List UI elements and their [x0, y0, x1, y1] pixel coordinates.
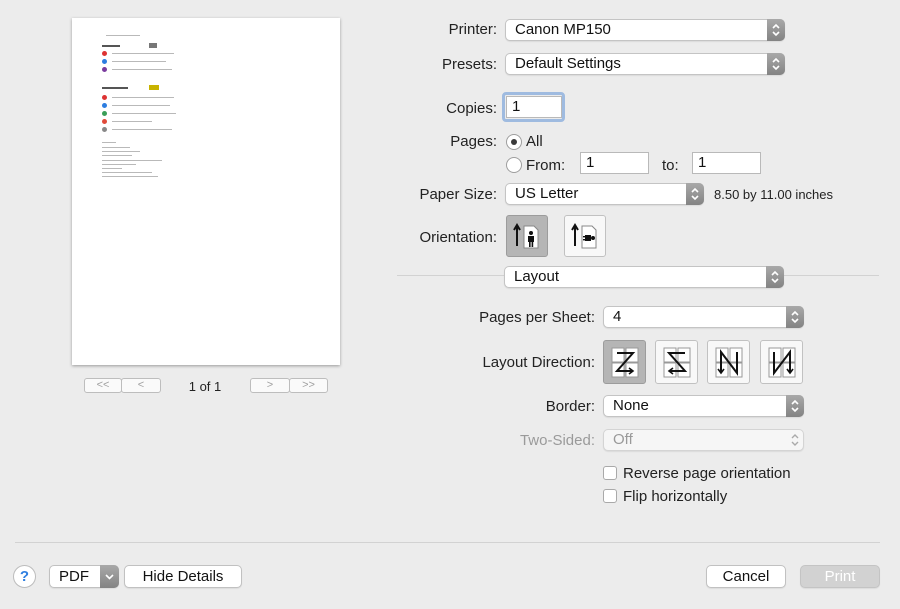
direction-reverse-n-icon: [768, 347, 795, 378]
layout-direction-reverse-z-button[interactable]: [655, 340, 698, 384]
layout-direction-n-button[interactable]: [707, 340, 750, 384]
cancel-button[interactable]: Cancel: [706, 565, 786, 588]
popup-arrows-icon: [786, 429, 804, 451]
paper-size-label: Paper Size:: [419, 186, 497, 203]
reverse-orientation-checkbox[interactable]: [603, 466, 617, 480]
popup-arrows-icon: [786, 306, 804, 328]
landscape-button[interactable]: [564, 215, 606, 257]
chevron-down-icon: [100, 565, 119, 588]
pages-all-radio[interactable]: [506, 134, 522, 150]
printer-label: Printer:: [448, 21, 497, 38]
pdf-button[interactable]: PDF: [49, 565, 119, 588]
page-counter: 1 of 1: [188, 379, 222, 394]
two-sided-value: Off: [613, 431, 633, 448]
first-page-button[interactable]: <<: [84, 378, 122, 393]
popup-arrows-icon: [786, 395, 804, 417]
next-page-button[interactable]: >: [250, 378, 290, 393]
popup-arrows-icon: [686, 183, 704, 205]
border-popup[interactable]: None: [603, 395, 804, 417]
pages-from-input[interactable]: 1: [580, 152, 649, 174]
border-value: None: [613, 397, 649, 414]
paper-size-value: US Letter: [515, 185, 579, 202]
direction-z-icon: [611, 347, 638, 378]
hide-details-button[interactable]: Hide Details: [124, 565, 242, 588]
reverse-orientation-label: Reverse page orientation: [623, 465, 791, 482]
pages-from-label: From:: [526, 157, 566, 174]
footer-separator: [15, 542, 880, 543]
portrait-button[interactable]: [506, 215, 548, 257]
section-popup[interactable]: Layout: [504, 266, 784, 288]
pages-per-sheet-label: Pages per Sheet:: [479, 309, 595, 326]
previous-page-button[interactable]: <: [121, 378, 161, 393]
direction-n-icon: [715, 347, 742, 378]
pdf-label: PDF: [59, 568, 89, 585]
presets-label: Presets:: [441, 56, 497, 73]
paper-size-popup[interactable]: US Letter: [505, 183, 704, 205]
section-popup-value: Layout: [514, 268, 560, 285]
pages-to-label: to:: [662, 157, 679, 174]
orientation-label: Orientation:: [419, 229, 497, 246]
layout-direction-z-button[interactable]: [603, 340, 646, 384]
layout-direction-reverse-n-button[interactable]: [760, 340, 803, 384]
direction-reverse-z-icon: [663, 347, 690, 378]
popup-arrows-icon: [766, 266, 784, 288]
presets-popup[interactable]: Default Settings: [505, 53, 785, 75]
two-sided-popup: Off: [603, 429, 804, 451]
flip-horizontally-label: Flip horizontally: [623, 488, 728, 505]
help-button[interactable]: ?: [13, 565, 36, 588]
layout-direction-label: Layout Direction:: [482, 354, 595, 371]
portrait-orientation-icon: [513, 223, 539, 249]
flip-horizontally-checkbox[interactable]: [603, 489, 617, 503]
popup-arrows-icon: [767, 19, 785, 41]
copies-label: Copies:: [446, 100, 497, 117]
two-sided-label: Two-Sided:: [519, 432, 595, 449]
border-label: Border:: [545, 398, 595, 415]
popup-arrows-icon: [767, 53, 785, 75]
pages-label: Pages:: [450, 133, 497, 150]
landscape-orientation-icon: [571, 223, 597, 249]
pages-all-label: All: [526, 133, 543, 150]
pages-to-input[interactable]: 1: [692, 152, 761, 174]
last-page-button[interactable]: >>: [289, 378, 328, 393]
paper-dimensions: 8.50 by 11.00 inches: [714, 187, 834, 202]
presets-value: Default Settings: [515, 55, 621, 72]
copies-input[interactable]: 1: [506, 96, 562, 118]
print-button[interactable]: Print: [800, 565, 880, 588]
pages-per-sheet-popup[interactable]: 4: [603, 306, 804, 328]
page-preview: [72, 18, 340, 365]
printer-value: Canon MP150: [515, 21, 611, 38]
pages-from-radio[interactable]: [506, 157, 522, 173]
pages-per-sheet-value: 4: [613, 308, 622, 325]
printer-popup[interactable]: Canon MP150: [505, 19, 785, 41]
